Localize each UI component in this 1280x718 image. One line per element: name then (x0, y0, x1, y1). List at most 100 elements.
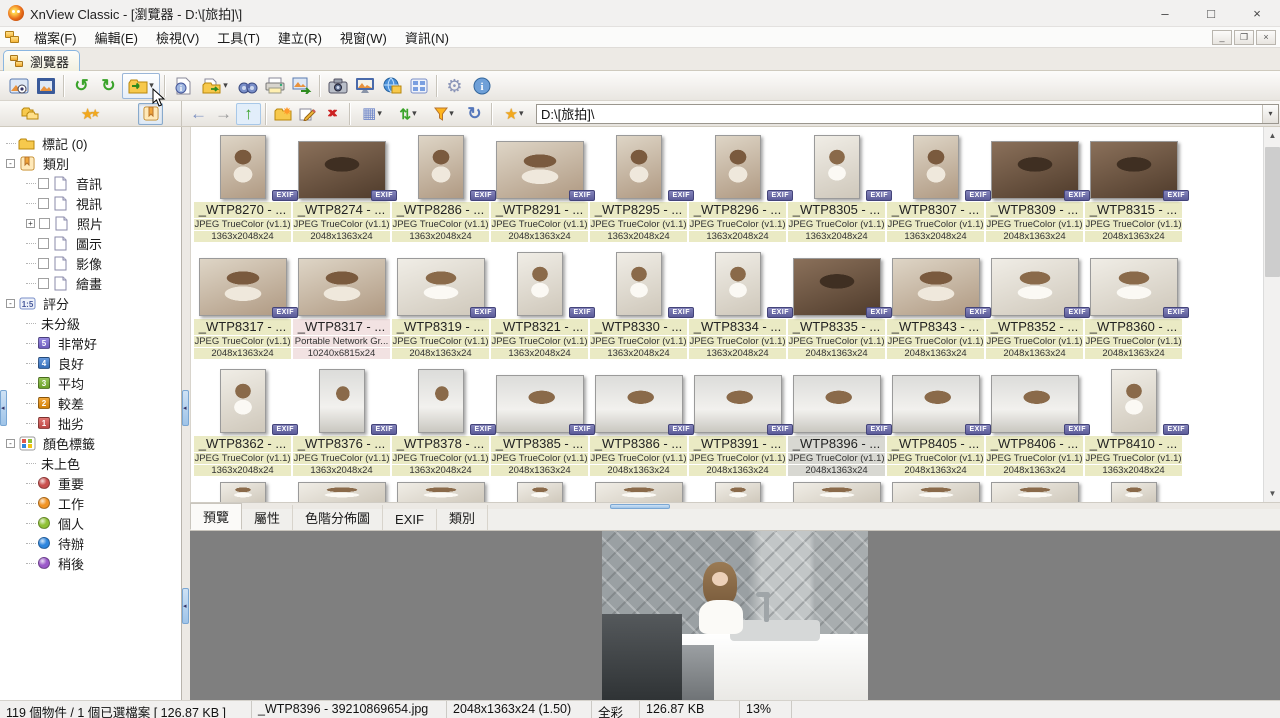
folders-pane-button[interactable] (18, 103, 43, 125)
thumbnail-item-partial[interactable] (886, 482, 985, 502)
category-checkbox[interactable] (38, 177, 49, 189)
thumbnail-item[interactable]: EXIF _WTP8330 - ... JPEG TrueColor (v1.1) 1… (589, 248, 694, 365)
thumbnail-item-partial[interactable] (688, 482, 787, 502)
thumbnail-item-partial[interactable] (193, 482, 292, 502)
delete-button[interactable]: × × (320, 103, 345, 125)
scrollbar-thumb[interactable] (1265, 147, 1280, 277)
thumbnail-item-partial[interactable] (292, 482, 391, 502)
thumbnail-item[interactable]: EXIF _WTP8307 - ... JPEG TrueColor (v1.1) 1… (886, 131, 991, 248)
view-mode-button[interactable]: ▦ ▾ (354, 103, 390, 125)
mdi-minimize-button[interactable]: _ (1212, 29, 1232, 45)
thumbnail-item[interactable]: EXIF _WTP8334 - ... JPEG TrueColor (v1.1) 1… (688, 248, 793, 365)
favorites-pane-button[interactable]: ★ ★ (78, 103, 103, 125)
fullscreen-button[interactable] (32, 73, 59, 99)
category-checkbox[interactable] (38, 197, 49, 209)
menu-item[interactable]: 視窗(W) (332, 26, 395, 49)
viewer-button[interactable] (5, 73, 32, 99)
expand-icon[interactable]: + (26, 218, 35, 228)
slideshow-button[interactable] (351, 73, 378, 99)
thumbnail-image[interactable] (615, 252, 662, 316)
settings-button[interactable]: ⚙ (441, 73, 468, 99)
thumbnail-item-partial[interactable] (1084, 482, 1183, 502)
thumbnail-item[interactable]: EXIF _WTP8360 - ... JPEG TrueColor (v1.1) 2… (1084, 248, 1189, 365)
tree-item[interactable]: + 照片 (0, 213, 181, 233)
thumbnail-item[interactable]: EXIF _WTP8391 - ... JPEG TrueColor (v1.1) 2… (688, 365, 793, 482)
thumbnail-image[interactable] (417, 369, 464, 433)
tree-item[interactable]: 個人 (0, 513, 181, 533)
tree-item[interactable]: 圖示 (0, 233, 181, 253)
tree-item[interactable]: 稍後 (0, 553, 181, 573)
thumbnail-item[interactable]: EXIF _WTP8295 - ... JPEG TrueColor (v1.1) 1… (589, 131, 694, 248)
thumbnail-item[interactable]: EXIF _WTP8410 - ... JPEG TrueColor (v1.1) 1… (1084, 365, 1189, 482)
contact-sheet-button[interactable] (405, 73, 432, 99)
thumbnail-scrollbar[interactable]: ▲ ▼ (1263, 127, 1280, 502)
thumbnail-item[interactable]: EXIF _WTP8352 - ... JPEG TrueColor (v1.1) 2… (985, 248, 1090, 365)
category-checkbox[interactable] (39, 217, 50, 229)
thumbnail-item[interactable]: EXIF _WTP8319 - ... JPEG TrueColor (v1.1) 2… (391, 248, 496, 365)
tree-item[interactable]: 音訊 (0, 173, 181, 193)
web-button[interactable] (378, 73, 405, 99)
thumbnail-item[interactable]: EXIF _WTP8296 - ... JPEG TrueColor (v1.1) 1… (688, 131, 793, 248)
preview-tab-屬性[interactable]: 屬性 (242, 505, 294, 530)
thumbnail-image[interactable] (594, 482, 683, 502)
open-with-button[interactable]: ▾ (196, 73, 234, 99)
tree-item[interactable]: 工作 (0, 493, 181, 513)
tree-item[interactable]: 2 較差 (0, 393, 181, 413)
thumbnail-item-partial[interactable] (589, 482, 688, 502)
thumbnail-item[interactable]: EXIF _WTP8343 - ... JPEG TrueColor (v1.1) 2… (886, 248, 991, 365)
tree-item[interactable]: 4 良好 (0, 353, 181, 373)
tree-item[interactable]: 1 拙劣 (0, 413, 181, 433)
collapse-icon[interactable]: - (6, 158, 15, 168)
edit-button[interactable] (295, 103, 320, 125)
thumbnail-item[interactable]: EXIF _WTP8405 - ... JPEG TrueColor (v1.1) 2… (886, 365, 991, 482)
search-button[interactable] (234, 73, 261, 99)
thumbnail-item[interactable]: EXIF _WTP8286 - ... JPEG TrueColor (v1.1) 1… (391, 131, 496, 248)
capture-button[interactable] (324, 73, 351, 99)
tree-item[interactable]: -1:5 評分 (0, 293, 181, 313)
minimize-button[interactable]: – (1142, 0, 1188, 27)
pane-collapse-handle[interactable] (0, 390, 7, 426)
preview-collapse-handle[interactable] (182, 588, 189, 624)
address-bar[interactable]: D:\[旅拍]\ ▾ (536, 103, 1279, 124)
menu-item[interactable]: 檢視(V) (148, 26, 207, 49)
thumbnail-image[interactable] (714, 135, 761, 199)
thumbnail-item[interactable]: EXIF _WTP8305 - ... JPEG TrueColor (v1.1) 1… (787, 131, 892, 248)
scroll-up-icon[interactable]: ▲ (1264, 127, 1280, 144)
thumbnail-item[interactable]: EXIF _WTP8335 - ... JPEG TrueColor (v1.1) 2… (787, 248, 892, 365)
tree-item[interactable]: 3 平均 (0, 373, 181, 393)
close-button[interactable]: × (1234, 0, 1280, 27)
thumbnail-image[interactable] (891, 482, 980, 502)
thumbnail-image[interactable] (219, 369, 266, 433)
rating-filter-button[interactable]: ★ ▾ (496, 103, 532, 125)
thumbnail-item[interactable]: EXIF _WTP8406 - ... JPEG TrueColor (v1.1) 2… (985, 365, 1090, 482)
thumbnail-item[interactable]: EXIF _WTP8291 - ... JPEG TrueColor (v1.1) 2… (490, 131, 595, 248)
thumbnail-item[interactable]: EXIF _WTP8315 - ... JPEG TrueColor (v1.1) 2… (1084, 131, 1189, 248)
thumbnail-item-partial[interactable] (391, 482, 490, 502)
thumbnail-image[interactable] (219, 135, 266, 199)
tree-item[interactable]: - 類別 (0, 153, 181, 173)
category-checkbox[interactable] (38, 257, 49, 269)
tree-item[interactable]: 5 非常好 (0, 333, 181, 353)
sort-button[interactable]: ⇅ ▾ (390, 103, 426, 125)
address-input[interactable]: D:\[旅拍]\ (537, 104, 1262, 123)
refresh-button[interactable]: ↻ (462, 103, 487, 125)
thumbnail-item[interactable]: EXIF _WTP8386 - ... JPEG TrueColor (v1.1) 2… (589, 365, 694, 482)
tree-item[interactable]: 待辦 (0, 533, 181, 553)
tree-item[interactable]: 繪畫 (0, 273, 181, 293)
collapse-icon[interactable]: - (6, 298, 15, 308)
thumbnail-item[interactable]: EXIF _WTP8274 - ... JPEG TrueColor (v1.1) 2… (292, 131, 397, 248)
tree-item[interactable]: 標記 (0) (0, 133, 181, 153)
mdi-close-button[interactable]: × (1256, 29, 1276, 45)
thumbnail-image[interactable] (615, 135, 662, 199)
up-button[interactable]: ↑ (236, 102, 261, 125)
thumbnail-image[interactable] (912, 135, 959, 199)
preview-image[interactable] (602, 531, 868, 700)
preview-tab-EXIF[interactable]: EXIF (383, 509, 437, 530)
menu-item[interactable]: 編輯(E) (87, 26, 146, 49)
tree-item[interactable]: - 顏色標籤 (0, 433, 181, 453)
preview-tab-類別[interactable]: 類別 (437, 505, 488, 530)
print-button[interactable] (261, 73, 288, 99)
mdi-restore-button[interactable]: ❐ (1234, 29, 1254, 45)
preview-tab-預覽[interactable]: 預覽 (190, 503, 243, 530)
thumbnail-image[interactable] (297, 258, 386, 316)
